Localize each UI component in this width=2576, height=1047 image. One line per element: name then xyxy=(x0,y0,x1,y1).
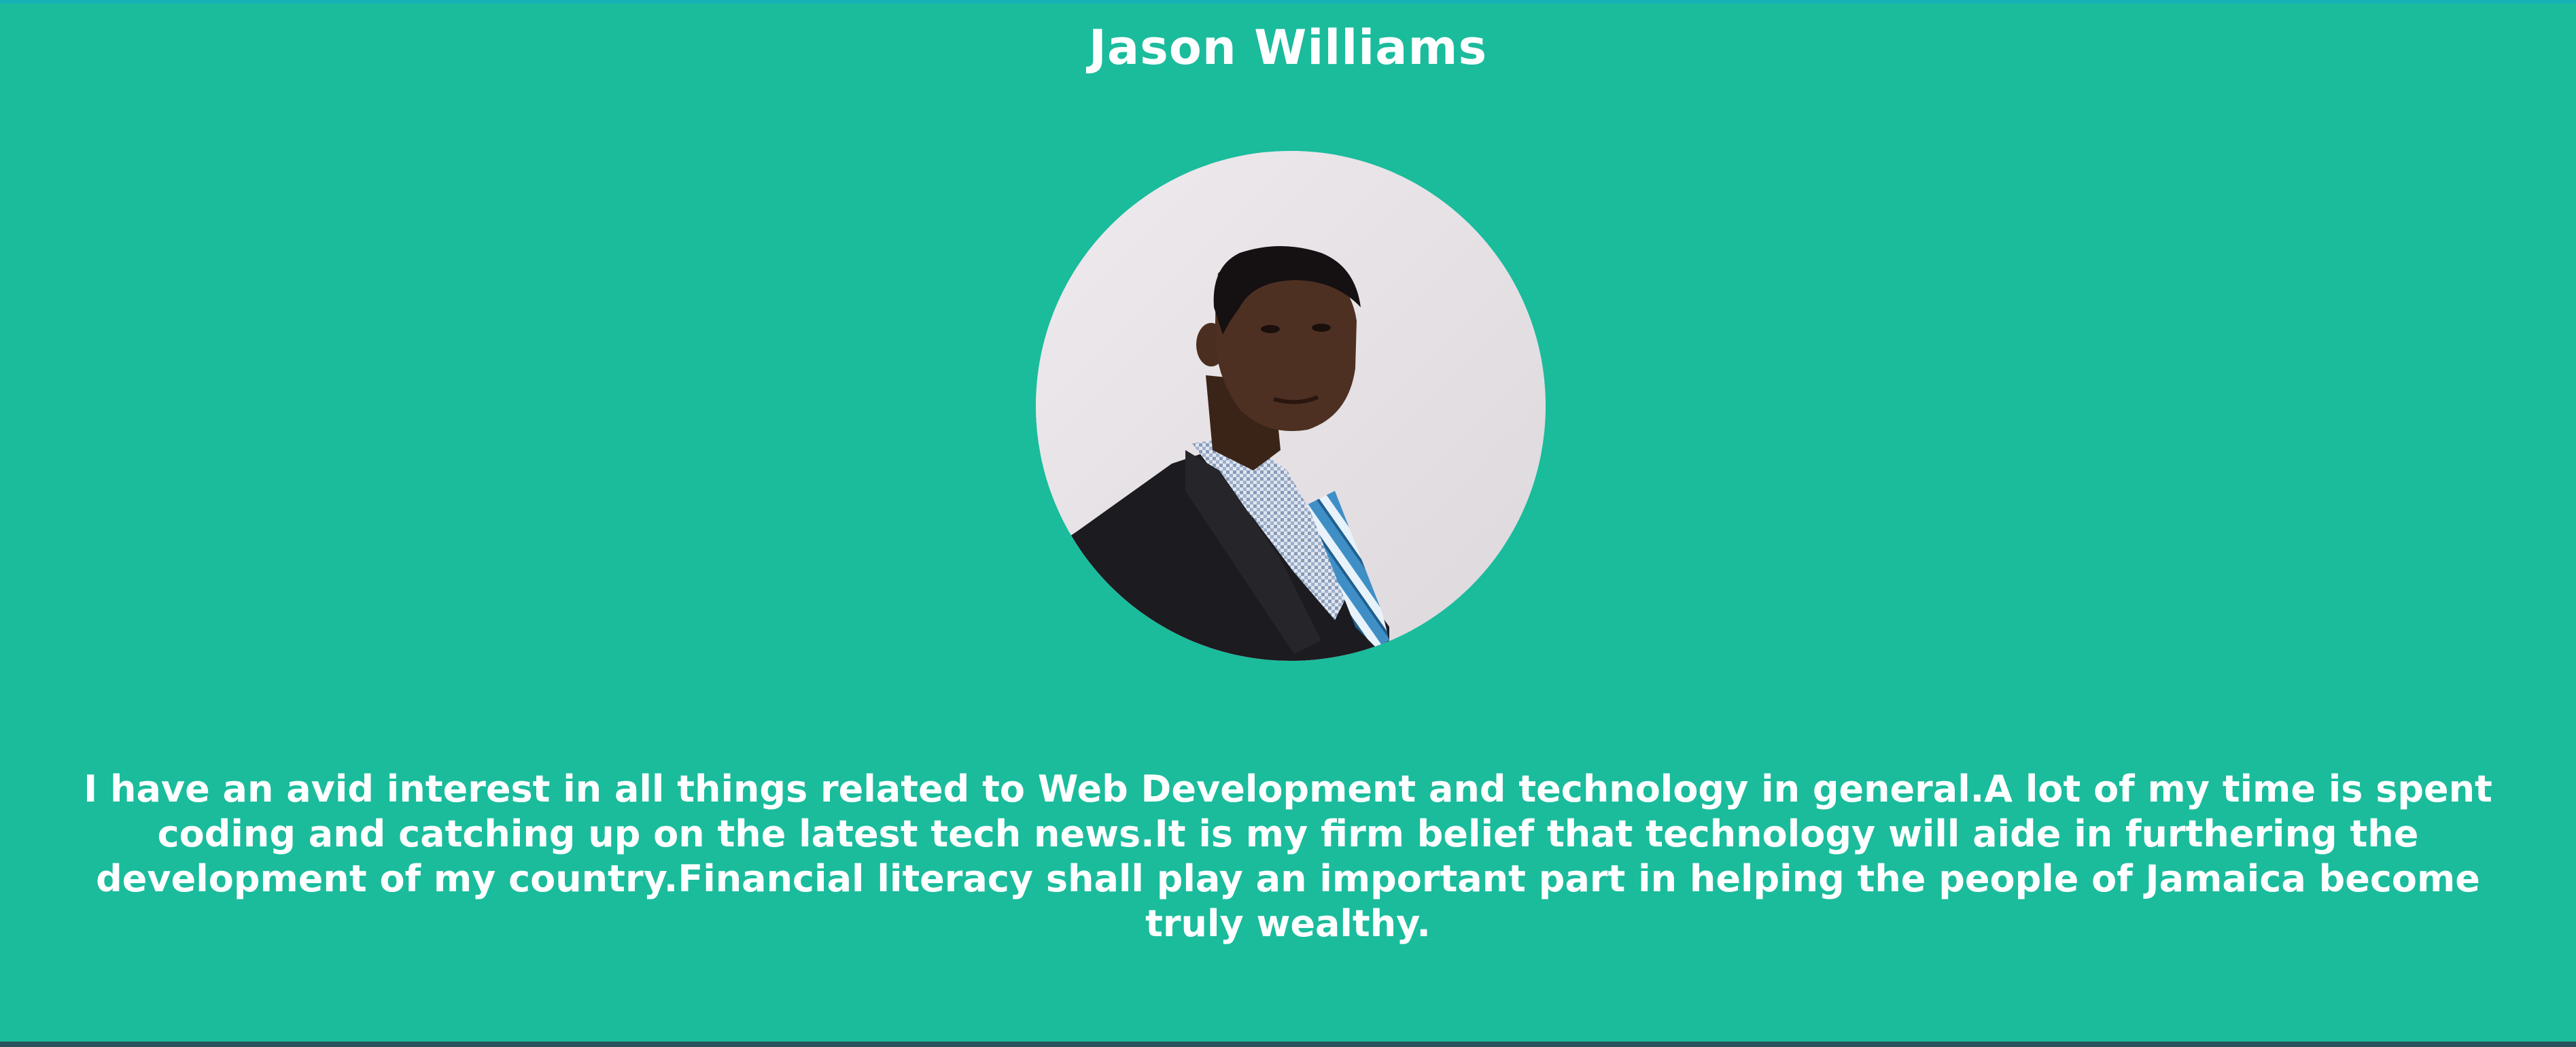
bio-text: I have an avid interest in all things re… xyxy=(84,768,2492,945)
page-title: Jason Williams xyxy=(1088,20,1488,75)
page: { "profile": { "name": "Jason Williams",… xyxy=(0,0,2576,1047)
avatar-photo xyxy=(1036,151,1546,661)
top-border xyxy=(0,0,2576,3)
bottom-border xyxy=(0,1042,2576,1047)
avatar xyxy=(1036,151,1546,661)
